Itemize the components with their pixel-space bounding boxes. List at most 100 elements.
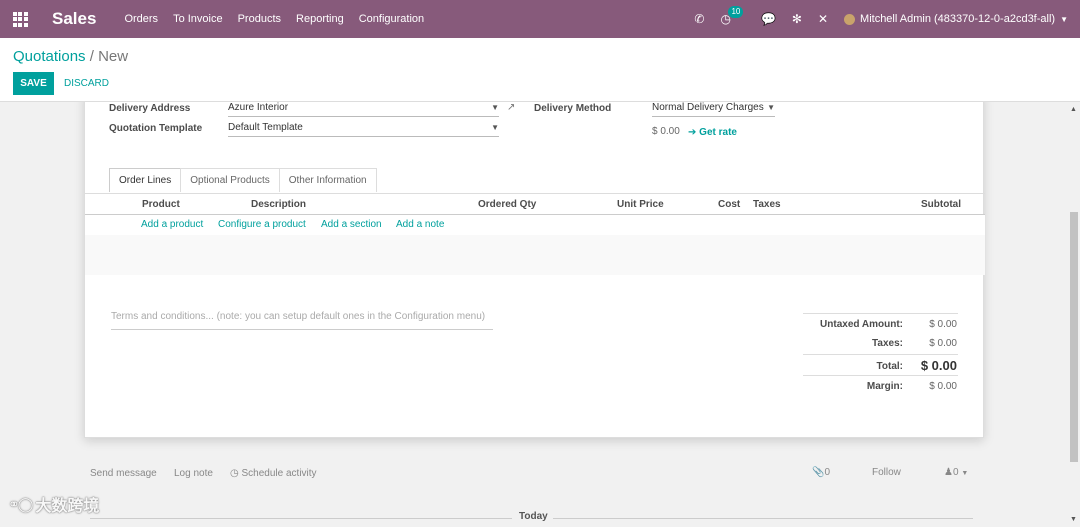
col-cost[interactable]: Cost bbox=[718, 199, 740, 210]
tab-order-lines[interactable]: Order Lines bbox=[109, 168, 182, 192]
col-subtotal[interactable]: Subtotal bbox=[921, 199, 961, 210]
menu-to-invoice[interactable]: To Invoice bbox=[173, 13, 223, 25]
paperclip-icon: 📎 bbox=[812, 467, 825, 478]
followers-count: 0 bbox=[952, 467, 959, 478]
col-description[interactable]: Description bbox=[251, 199, 306, 210]
add-product-link[interactable]: Add a product bbox=[141, 219, 203, 230]
configure-product-link[interactable]: Configure a product bbox=[218, 219, 306, 230]
chevron-down-icon: ▼ bbox=[1060, 14, 1068, 24]
menu-configuration[interactable]: Configuration bbox=[359, 13, 424, 25]
discard-button[interactable]: DISCARD bbox=[64, 72, 109, 95]
activity-clock-icon[interactable]: ◷ 10 bbox=[720, 6, 744, 26]
total-label: Total: bbox=[876, 361, 903, 372]
external-link-icon[interactable]: ↗ bbox=[507, 102, 515, 113]
tab-other-information[interactable]: Other Information bbox=[278, 168, 377, 192]
systray: ✆ ◷ 10 💬 ✻ ✕ Mitchell Admin (483370-12-0-… bbox=[694, 0, 1068, 38]
user-name: Mitchell Admin (483370-12-0-a2cd3f-all) bbox=[860, 13, 1056, 25]
notebook-tabs: Order Lines Optional Products Other Info… bbox=[109, 168, 377, 192]
form-sheet: Delivery Address Azure Interior ▼ ↗ Quot… bbox=[84, 102, 985, 438]
clock-icon: ◷ bbox=[230, 468, 239, 479]
tab-optional-products[interactable]: Optional Products bbox=[180, 168, 280, 192]
watermark: ⚭◯ 大数跨境 bbox=[8, 492, 99, 516]
col-ordered-qty[interactable]: Ordered Qty bbox=[478, 199, 536, 210]
today-divider-right bbox=[553, 518, 973, 519]
quotation-template-value: Default Template bbox=[228, 122, 303, 133]
breadcrumb: Quotations / New bbox=[13, 48, 128, 65]
quotation-template-field[interactable]: Default Template ▼ bbox=[228, 122, 499, 137]
totals-divider bbox=[803, 313, 958, 314]
attachments-count: 0 bbox=[824, 467, 831, 478]
menu-products[interactable]: Products bbox=[238, 13, 281, 25]
margin-label: Margin: bbox=[866, 381, 903, 392]
form-content: Delivery Address Azure Interior ▼ ↗ Quot… bbox=[0, 102, 1068, 527]
attachments-button[interactable]: 📎0 bbox=[812, 467, 830, 478]
delivery-address-value: Azure Interior bbox=[228, 102, 289, 113]
dropdown-caret-icon[interactable]: ▼ bbox=[491, 103, 499, 112]
get-rate-label: Get rate bbox=[699, 127, 737, 138]
users-icon: ♟ bbox=[944, 467, 953, 478]
dropdown-caret-icon[interactable]: ▼ bbox=[765, 103, 775, 112]
get-rate-button[interactable]: ➔ Get rate bbox=[688, 127, 737, 138]
send-message-button[interactable]: Send message bbox=[90, 468, 157, 479]
top-navbar: Sales Orders To Invoice Products Reporti… bbox=[0, 0, 1080, 38]
quotation-template-label: Quotation Template bbox=[109, 123, 203, 134]
save-button[interactable]: SAVE bbox=[13, 72, 54, 95]
breadcrumb-current: New bbox=[98, 48, 129, 65]
app-brand[interactable]: Sales bbox=[52, 9, 96, 29]
bug-icon[interactable]: ✻ bbox=[792, 12, 802, 26]
scroll-up-icon[interactable]: ▲ bbox=[1070, 106, 1077, 113]
breadcrumb-separator: / bbox=[89, 48, 94, 65]
delivery-address-field[interactable]: Azure Interior ▼ bbox=[228, 102, 499, 117]
taxes-label: Taxes: bbox=[872, 338, 903, 349]
today-divider-left bbox=[90, 518, 512, 519]
today-separator: Today bbox=[519, 511, 548, 522]
untaxed-amount-value: $ 0.00 bbox=[929, 319, 957, 330]
chatter-topbar: Send message Log note ◷ Schedule activit… bbox=[0, 459, 1068, 489]
schedule-activity-button[interactable]: ◷ Schedule activity bbox=[230, 468, 317, 479]
chevron-down-icon: ▼ bbox=[961, 470, 969, 477]
delivery-address-label: Delivery Address bbox=[109, 103, 191, 114]
taxes-value: $ 0.00 bbox=[929, 338, 957, 349]
control-panel: Quotations / New SAVE DISCARD bbox=[0, 38, 1080, 102]
menu-orders[interactable]: Orders bbox=[124, 13, 158, 25]
terms-and-conditions-field[interactable]: Terms and conditions... (note: you can s… bbox=[111, 309, 493, 330]
delivery-method-label: Delivery Method bbox=[534, 103, 612, 114]
schedule-activity-label: Schedule activity bbox=[241, 468, 317, 479]
follow-button[interactable]: Follow bbox=[872, 467, 901, 478]
tab-divider bbox=[85, 193, 985, 194]
scrollbar-thumb[interactable] bbox=[1070, 212, 1078, 462]
col-unit-price[interactable]: Unit Price bbox=[617, 199, 664, 210]
table-row bbox=[85, 255, 985, 275]
close-icon[interactable]: ✕ bbox=[818, 12, 828, 26]
followers-button[interactable]: ♟0 ▼ bbox=[944, 467, 968, 478]
avatar bbox=[844, 13, 856, 25]
margin-value: $ 0.00 bbox=[929, 381, 957, 392]
breadcrumb-quotations[interactable]: Quotations bbox=[13, 48, 86, 65]
scrollbar[interactable]: ▲ ▼ bbox=[1068, 102, 1080, 527]
delivery-method-value: Normal Delivery Charges bbox=[652, 102, 764, 113]
main-menu: Orders To Invoice Products Reporting Con… bbox=[124, 13, 424, 25]
menu-reporting[interactable]: Reporting bbox=[296, 13, 344, 25]
totals-divider bbox=[803, 375, 958, 376]
apps-grid-icon[interactable] bbox=[0, 0, 40, 38]
dropdown-caret-icon[interactable]: ▼ bbox=[491, 123, 499, 132]
add-section-link[interactable]: Add a section bbox=[321, 219, 382, 230]
user-menu[interactable]: Mitchell Admin (483370-12-0-a2cd3f-all) … bbox=[844, 13, 1068, 25]
scroll-down-icon[interactable]: ▼ bbox=[1070, 516, 1077, 523]
delivery-amount: $ 0.00 bbox=[652, 126, 680, 137]
col-taxes[interactable]: Taxes bbox=[753, 199, 781, 210]
untaxed-amount-label: Untaxed Amount: bbox=[820, 319, 903, 330]
watermark-text: 大数跨境 bbox=[35, 498, 100, 515]
watermark-logo-icon: ⚭◯ bbox=[8, 495, 33, 512]
add-note-link[interactable]: Add a note bbox=[396, 219, 444, 230]
col-product[interactable]: Product bbox=[142, 199, 180, 210]
phone-icon[interactable]: ✆ bbox=[694, 12, 704, 26]
totals-divider bbox=[803, 354, 958, 355]
activity-badge: 10 bbox=[728, 6, 744, 18]
arrow-right-icon: ➔ bbox=[688, 127, 697, 138]
delivery-method-field[interactable]: Normal Delivery Charges ▼ bbox=[652, 102, 775, 117]
table-row bbox=[85, 235, 985, 255]
chat-icon[interactable]: 💬 bbox=[761, 12, 776, 26]
log-note-button[interactable]: Log note bbox=[174, 468, 213, 479]
total-value: $ 0.00 bbox=[920, 358, 957, 373]
